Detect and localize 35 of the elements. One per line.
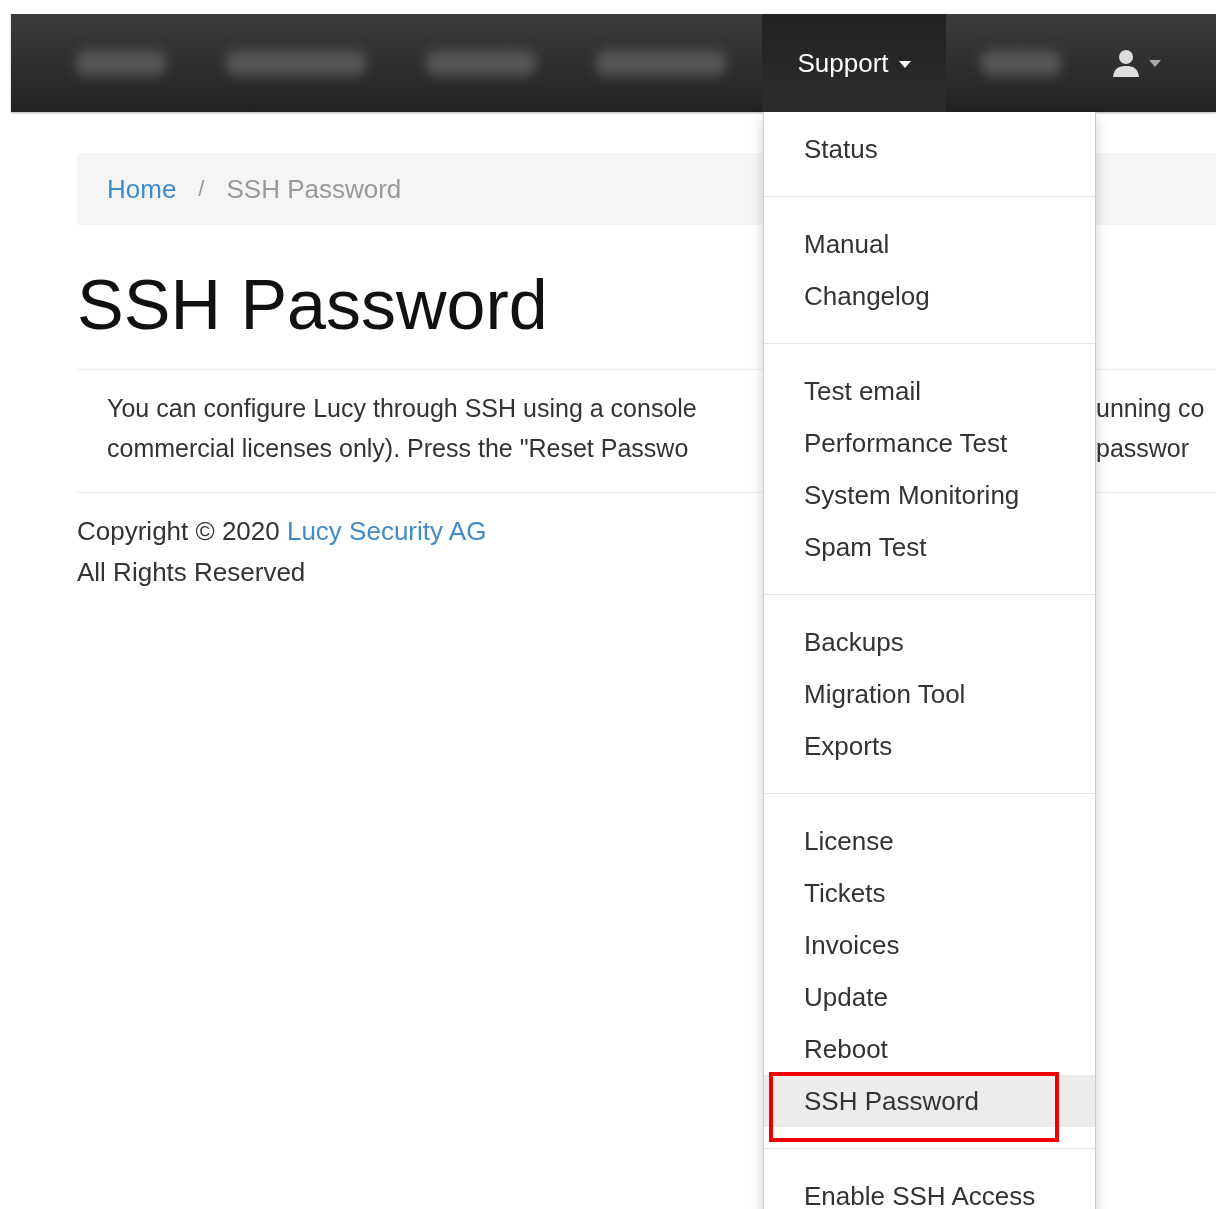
breadcrumb-separator: / bbox=[198, 176, 205, 202]
menu-item[interactable]: Reboot bbox=[764, 1023, 1095, 1075]
blurred-nav-item[interactable] bbox=[426, 50, 536, 76]
menu-item[interactable]: Backups bbox=[764, 616, 1095, 668]
menu-item[interactable]: Invoices bbox=[764, 919, 1095, 971]
menu-item[interactable]: Update bbox=[764, 971, 1095, 1023]
menu-item[interactable]: License bbox=[764, 815, 1095, 867]
user-icon bbox=[1111, 48, 1141, 78]
breadcrumb-current: SSH Password bbox=[226, 173, 402, 205]
user-menu-button[interactable] bbox=[1111, 48, 1161, 78]
copyright-text: Copyright © 2020 Lucy Security AG bbox=[77, 515, 487, 548]
paragraph-text: passwor bbox=[1096, 433, 1191, 464]
blurred-nav-item[interactable] bbox=[226, 50, 366, 76]
menu-item[interactable]: System Monitoring bbox=[764, 469, 1095, 521]
menu-item[interactable]: Status bbox=[764, 123, 1095, 175]
menu-item[interactable]: SSH Password bbox=[764, 1075, 1095, 1127]
company-link[interactable]: Lucy Security AG bbox=[286, 516, 487, 546]
menu-item[interactable]: Spam Test bbox=[764, 521, 1095, 573]
menu-item[interactable]: Changelog bbox=[764, 270, 1095, 322]
paragraph-text: You can configure Lucy through SSH using a console bbox=[107, 393, 698, 424]
menu-item[interactable]: Migration Tool bbox=[764, 668, 1095, 720]
menu-item[interactable]: Enable SSH Access bbox=[764, 1170, 1095, 1209]
blurred-nav-item[interactable] bbox=[981, 50, 1061, 76]
blurred-nav-item[interactable] bbox=[76, 50, 166, 76]
rights-text: All Rights Reserved bbox=[77, 556, 306, 589]
menu-item[interactable]: Tickets bbox=[764, 867, 1095, 919]
paragraph-text: commercial licenses only). Press the "Reset Passwo bbox=[107, 433, 690, 464]
page-title: SSH Password bbox=[77, 265, 548, 345]
menu-item[interactable]: Test email bbox=[764, 365, 1095, 417]
menu-item[interactable]: Exports bbox=[764, 720, 1095, 772]
menu-item[interactable]: Performance Test bbox=[764, 417, 1095, 469]
blurred-nav-item[interactable] bbox=[596, 50, 726, 76]
menu-item[interactable]: Manual bbox=[764, 218, 1095, 270]
paragraph-text: unning co bbox=[1096, 393, 1205, 424]
nav-menu-item[interactable]: Support bbox=[762, 14, 946, 112]
